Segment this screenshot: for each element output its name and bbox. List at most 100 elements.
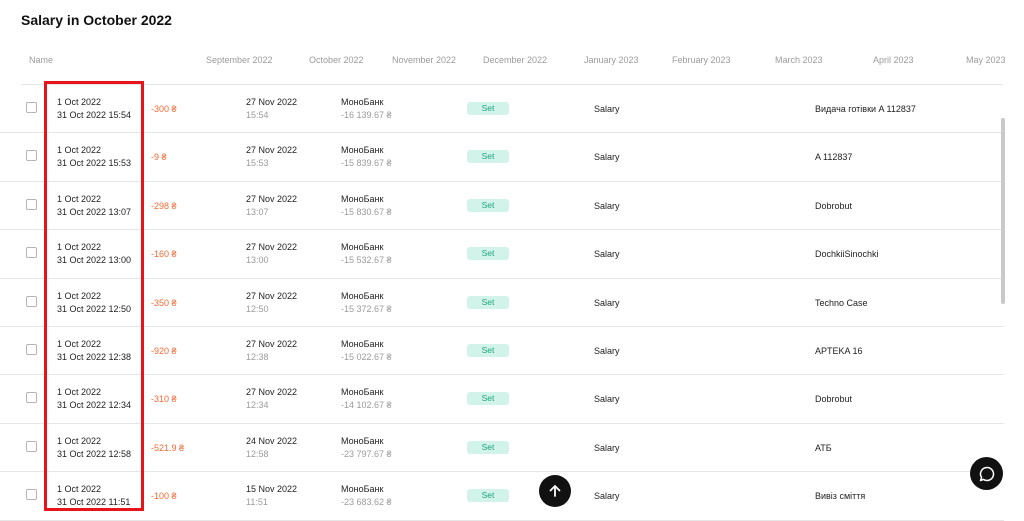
row-amount: -160 ₴ [151,249,177,260]
row-checkbox[interactable] [26,247,37,259]
row-transaction-time: 12:34 [246,400,269,411]
table-row[interactable]: 1 Oct 2022 31 Oct 2022 13:07 -298 ₴ 27 Nov … [0,182,1004,231]
table-row[interactable]: 1 Oct 2022 31 Oct 2022 15:53 -9 ₴ 27 Nov 20… [0,133,1004,182]
row-date-to: 31 Oct 2022 13:07 [57,206,132,217]
row-date-from: 1 Oct 2022 [57,242,102,253]
row-date-to: 31 Oct 2022 12:58 [57,448,132,459]
row-category: Salary [594,491,620,502]
table-row[interactable]: 1 Oct 2022 31 Oct 2022 12:34 -310 ₴ 27 Nov … [0,375,1004,424]
column-header-nov-2022[interactable]: November 2022 [392,55,456,65]
row-transaction-time: 15:54 [246,110,269,120]
scrollbar[interactable] [1001,118,1005,304]
column-header-may-2023[interactable]: May 2023 [966,55,1006,65]
column-header-oct-2022[interactable]: October 2022 [309,55,364,65]
status-badge: Set [467,198,509,212]
row-checkbox[interactable] [26,150,37,162]
row-bank-name: МоноБанк [341,387,384,398]
row-transaction-time: 13:00 [246,255,269,266]
row-amount: -350 ₴ [151,297,177,308]
row-date-to: 31 Oct 2022 13:00 [57,255,132,266]
row-category: Salary [594,200,620,211]
row-bank-name: МоноБанк [341,97,384,107]
row-date-from: 1 Oct 2022 [57,290,102,301]
row-description: Вивіз сміття [815,491,866,502]
row-bank-balance: -23 683.62 ₴ [341,497,392,508]
row-transaction-time: 12:38 [246,351,269,362]
row-bank-name: МоноБанк [341,435,384,446]
status-badge: Set [467,150,509,164]
column-header-feb-2023[interactable]: February 2023 [672,55,731,65]
row-amount: -9 ₴ [151,152,167,163]
row-bank-name: МоноБанк [341,242,384,253]
row-date-to: 31 Oct 2022 12:34 [57,400,132,411]
status-badge: Set [467,102,509,115]
row-category: Salary [594,297,620,308]
status-badge: Set [467,343,509,357]
table-row[interactable]: 1 Oct 2022 31 Oct 2022 12:50 -350 ₴ 27 Nov … [0,279,1004,327]
row-bank-balance: -15 532.67 ₴ [341,255,392,266]
row-date-from: 1 Oct 2022 [57,97,102,107]
column-header-name[interactable]: Name [29,55,53,65]
table-row[interactable]: 1 Oct 2022 31 Oct 2022 13:00 -160 ₴ 27 Nov … [0,230,1004,279]
arrow-up-icon [549,485,561,497]
column-header-mar-2023[interactable]: March 2023 [775,55,823,65]
row-transaction-time: 13:07 [246,206,269,217]
row-category: Salary [594,152,620,163]
table-row[interactable]: 1 Oct 2022 31 Oct 2022 12:38 -920 ₴ 27 Nov … [0,327,1004,376]
row-bank-balance: -16 139.67 ₴ [341,110,392,120]
row-date-from: 1 Oct 2022 [57,435,102,446]
row-checkbox[interactable] [26,489,37,501]
column-header-jan-2023[interactable]: January 2023 [584,55,639,65]
row-checkbox[interactable] [26,295,37,307]
row-category: Salary [594,442,620,453]
chat-bubble-icon [979,466,994,481]
row-date-to: 31 Oct 2022 12:38 [57,351,132,362]
scroll-to-top-button[interactable] [539,475,571,507]
row-amount: -100 ₴ [151,491,177,502]
row-description: Dobrobut [815,394,853,405]
status-badge: Set [467,489,509,503]
row-date-to: 31 Oct 2022 15:54 [57,110,132,120]
row-bank-balance: -15 839.67 ₴ [341,158,392,169]
row-transaction-date: 24 Nov 2022 [246,435,298,446]
row-checkbox[interactable] [26,343,37,355]
row-transaction-time: 11:51 [246,497,268,508]
row-transaction-date: 27 Nov 2022 [246,145,298,156]
column-header-sep-2022[interactable]: September 2022 [206,55,273,65]
row-category: Salary [594,104,620,114]
row-category: Salary [594,345,620,356]
row-checkbox[interactable] [26,198,37,210]
chat-button[interactable] [970,457,1003,490]
row-description: APTEKA 16 [815,345,863,356]
row-date-from: 1 Oct 2022 [57,387,102,398]
row-checkbox[interactable] [26,102,37,113]
table-row[interactable]: 1 Oct 2022 31 Oct 2022 11:51 -100 ₴ 15 Nov … [0,472,1004,521]
table-row[interactable]: 1 Oct 2022 31 Oct 2022 12:58 -521.9 ₴ 24 No… [0,424,1004,473]
row-description: Видача готівки A 112837 [815,104,916,114]
row-description: A 112837 [815,152,853,163]
row-amount: -521.9 ₴ [151,442,185,453]
row-transaction-date: 27 Nov 2022 [246,290,298,301]
row-transaction-time: 12:58 [246,448,269,459]
column-header-apr-2023[interactable]: April 2023 [873,55,914,65]
row-checkbox[interactable] [26,392,37,404]
row-date-from: 1 Oct 2022 [57,484,102,495]
row-bank-name: МоноБанк [341,338,384,349]
row-transaction-date: 27 Nov 2022 [246,387,298,398]
row-date-to: 31 Oct 2022 12:50 [57,303,132,314]
row-bank-name: МоноБанк [341,193,384,204]
column-header-dec-2022[interactable]: December 2022 [483,55,547,65]
row-description: Dobrobut [815,200,853,211]
row-category: Salary [594,394,620,405]
row-transaction-time: 15:53 [246,158,269,169]
row-date-to: 31 Oct 2022 11:51 [57,497,131,508]
row-transaction-time: 12:50 [246,303,269,314]
status-badge: Set [467,440,509,454]
row-bank-balance: -15 830.67 ₴ [341,206,392,217]
row-transaction-date: 27 Nov 2022 [246,338,298,349]
row-transaction-date: 27 Nov 2022 [246,97,298,107]
row-bank-balance: -23 797.67 ₴ [341,448,392,459]
table-row[interactable]: 1 Oct 2022 31 Oct 2022 15:54 -300 ₴ 27 Nov … [0,85,1004,134]
row-checkbox[interactable] [26,440,37,452]
row-bank-balance: -15 372.67 ₴ [341,303,392,314]
